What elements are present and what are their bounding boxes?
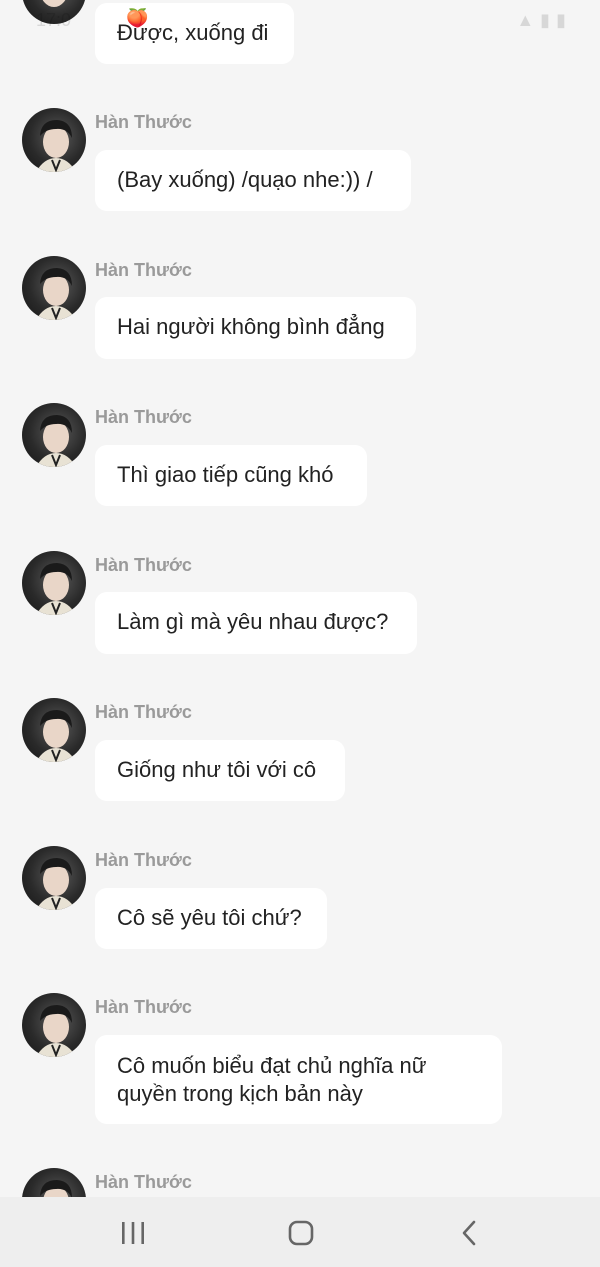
status-bar: 17:0 🍑 ▲▮▮ — [0, 0, 600, 40]
message-bubble[interactable]: (Bay xuống) /quạo nhe:)) / — [95, 150, 411, 211]
status-icons: ▲▮▮ — [516, 10, 572, 30]
message-bubble[interactable]: Thì giao tiếp cũng khó — [95, 445, 367, 506]
recent-apps-icon[interactable] — [113, 1215, 153, 1251]
message-bubble[interactable]: Cô sẽ yêu tôi chứ? — [95, 888, 327, 949]
message-bubble[interactable]: Giống như tôi với cô — [95, 740, 345, 801]
sender-name: Hàn Thước — [95, 112, 192, 132]
avatar[interactable] — [22, 698, 86, 762]
avatar[interactable] — [22, 403, 86, 467]
avatar[interactable] — [22, 993, 86, 1057]
navigation-bar — [0, 1197, 600, 1267]
avatar[interactable] — [22, 846, 86, 910]
sender-name: Hàn Thước — [95, 260, 192, 280]
sender-name: Hàn Thước — [95, 850, 192, 870]
sender-name: Hàn Thước — [95, 1172, 192, 1192]
avatar[interactable] — [22, 108, 86, 172]
message-bubble[interactable]: Làm gì mà yêu nhau được? — [95, 592, 417, 654]
back-icon[interactable] — [449, 1215, 489, 1251]
home-icon[interactable] — [281, 1215, 321, 1251]
peach-icon: 🍑 — [126, 8, 149, 28]
status-time: 17:0 — [36, 10, 72, 30]
message-bubble[interactable]: Cô muốn biểu đạt chủ nghĩa nữ quyền tron… — [95, 1035, 502, 1124]
sender-name: Hàn Thước — [95, 555, 192, 575]
sender-name: Hàn Thước — [95, 702, 192, 722]
sender-name: Hàn Thước — [95, 407, 192, 427]
sender-name: Hàn Thước — [95, 997, 192, 1017]
avatar[interactable] — [22, 551, 86, 615]
avatar[interactable] — [22, 256, 86, 320]
message-bubble[interactable]: Hai người không bình đẳng — [95, 297, 416, 359]
